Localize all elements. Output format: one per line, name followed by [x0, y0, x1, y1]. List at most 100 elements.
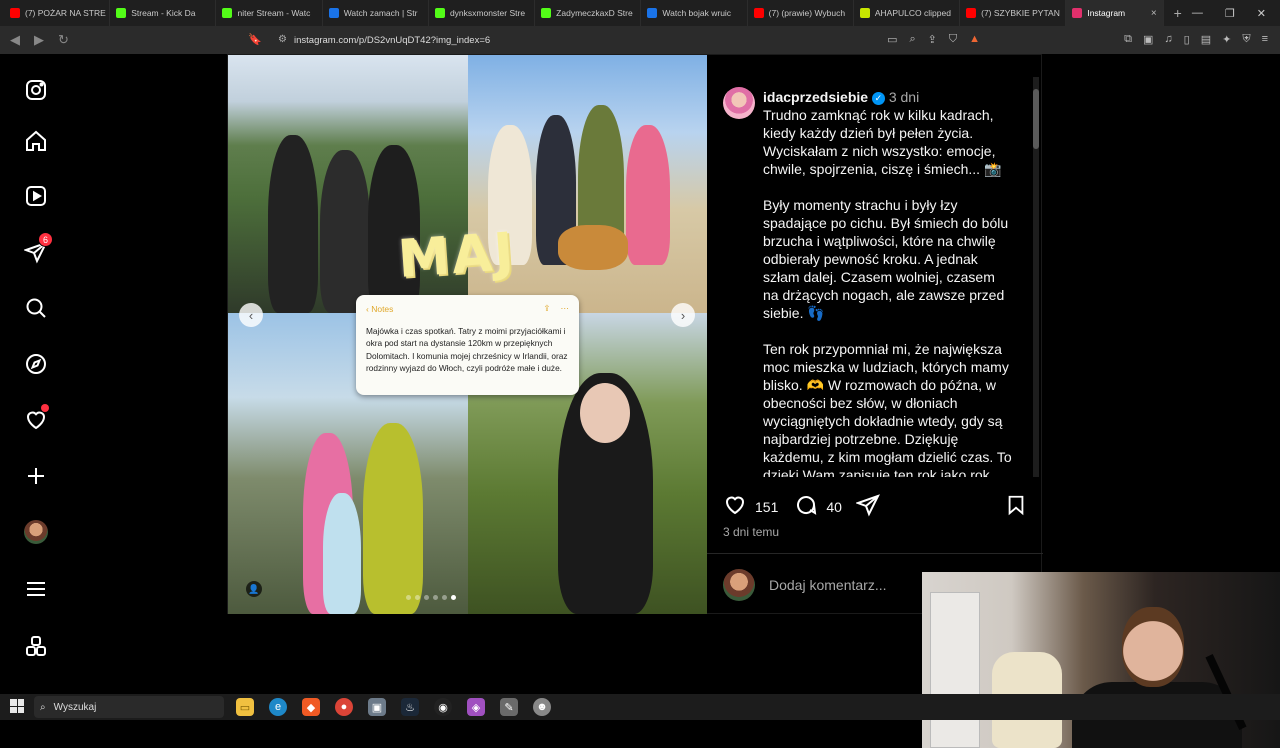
tab-favicon-icon: [222, 8, 233, 18]
browser-tab[interactable]: Watch zamach | Str: [323, 0, 429, 26]
carousel-dot: [424, 595, 429, 600]
tab-label: dynksxmonster Stre: [449, 8, 526, 18]
address-bar[interactable]: ⚙ instagram.com/p/DS2vnUqDT42?img_index=…: [272, 30, 992, 50]
extension-icon[interactable]: ⧉: [1124, 33, 1132, 46]
month-overlay-title: MAJ: [396, 221, 518, 290]
app-icon-2[interactable]: ☻: [533, 698, 551, 716]
home-icon[interactable]: [22, 127, 50, 155]
carousel-dots: [406, 595, 456, 600]
zoom-icon[interactable]: ⌕: [909, 33, 915, 46]
carousel-prev-button[interactable]: ‹: [239, 303, 263, 327]
comment-input[interactable]: Dodaj komentarz...: [769, 577, 887, 593]
leo-icon[interactable]: ✦: [1222, 33, 1231, 46]
caption-area: idacprzedsiebie ✓ 3 dni Trudno zamknąć r…: [723, 85, 1035, 477]
sidebar-toggle-icon[interactable]: ▯: [1184, 33, 1190, 46]
user-tag-icon[interactable]: 👤: [246, 581, 262, 597]
reels-icon[interactable]: [22, 182, 50, 210]
tool-icon[interactable]: ✎: [500, 698, 518, 716]
browser-tab[interactable]: AHAPULCO clipped: [854, 0, 961, 26]
post-modal: MAJ ‹ Notes ⇪ ⋯ Majówka i czas spotkań. …: [227, 54, 1043, 614]
notes-share-icon: ⇪: [543, 303, 551, 313]
browser-tab[interactable]: Stream - Kick Da: [110, 0, 217, 26]
browser-tab[interactable]: niter Stream - Watc: [216, 0, 323, 26]
more-menu-icon[interactable]: [22, 575, 50, 603]
tab-favicon-icon: [434, 8, 445, 18]
save-icon[interactable]: [1005, 493, 1027, 522]
tab-label: Watch zamach | Str: [343, 8, 418, 18]
tab-favicon-icon: [753, 8, 764, 18]
carousel-dot: [406, 595, 411, 600]
notes-body: Majówka i czas spotkań. Tatry z moimi pr…: [366, 326, 568, 373]
bookmark-icon[interactable]: 🔖: [248, 33, 262, 46]
share-icon[interactable]: ⇪: [928, 33, 937, 46]
browser-tab[interactable]: (7) (prawie) Wybuch: [748, 0, 854, 26]
share-icon[interactable]: [855, 493, 880, 520]
maximize-icon[interactable]: ❐: [1225, 7, 1235, 20]
site-info-icon[interactable]: ⚙: [278, 34, 287, 45]
wallet-icon[interactable]: ▤: [1201, 33, 1211, 46]
author-avatar[interactable]: [723, 87, 755, 119]
caption-scrollbar[interactable]: [1033, 77, 1039, 477]
caption-paragraph-3: Ten rok przypomniał mi, że największa mo…: [763, 341, 1016, 477]
brave-rewards-icon[interactable]: ▲: [969, 33, 980, 46]
forward-icon[interactable]: ▶: [34, 32, 44, 48]
steam-icon[interactable]: ♨: [401, 698, 419, 716]
edge-icon[interactable]: e: [269, 698, 287, 716]
browser-tab[interactable]: ZadymeczkaxD Stre: [535, 0, 642, 26]
tab-favicon-icon: [966, 8, 977, 18]
brave-icon[interactable]: ◆: [302, 698, 320, 716]
search-icon[interactable]: [22, 294, 50, 322]
post-media-carousel[interactable]: MAJ ‹ Notes ⇪ ⋯ Majówka i czas spotkań. …: [228, 55, 707, 614]
close-tab-icon[interactable]: ×: [1151, 8, 1157, 19]
browser-tab-active[interactable]: Instagram ×: [1066, 0, 1164, 26]
carousel-next-button[interactable]: ›: [671, 303, 695, 327]
notification-dot: [41, 404, 49, 412]
obs-icon[interactable]: ◉: [434, 698, 452, 716]
comment-count[interactable]: 40: [826, 499, 842, 515]
browser-toolbar: ◀ ▶ ↻ 🔖 ⚙ instagram.com/p/DS2vnUqDT42?im…: [0, 26, 1280, 54]
app-icon[interactable]: ▣: [368, 698, 386, 716]
instagram-sidebar: 6: [0, 54, 72, 694]
music-icon[interactable]: ♫: [1164, 33, 1172, 46]
taskbar-search[interactable]: ⌕ Wyszukaj: [34, 696, 224, 718]
tab-label: (7) POŻAR NA STRE: [25, 8, 106, 18]
new-tab-icon[interactable]: +: [1164, 5, 1192, 21]
notifications-icon[interactable]: [22, 404, 50, 434]
instagram-logo-icon[interactable]: [22, 76, 50, 104]
cast-icon[interactable]: ▭: [887, 33, 897, 46]
like-icon[interactable]: [723, 493, 747, 520]
profile-avatar[interactable]: [22, 518, 50, 546]
menu-icon[interactable]: ≡: [1262, 33, 1268, 46]
minimize-icon[interactable]: —: [1192, 7, 1203, 20]
browser-tab[interactable]: dynksxmonster Stre: [429, 0, 536, 26]
caption-paragraph-1: Trudno zamknąć rok w kilku kadrach, kied…: [763, 107, 1002, 177]
messages-badge: 6: [38, 232, 53, 247]
browser-tab[interactable]: (7) SZYBKIE PYTAN: [960, 0, 1067, 26]
window-controls: — ❐ ✕: [1192, 7, 1280, 20]
extension-icon-2[interactable]: ▣: [1143, 33, 1153, 46]
apps-icon[interactable]: [22, 632, 50, 660]
browser-tab[interactable]: Watch bojak wruic: [641, 0, 748, 26]
tab-label: ZadymeczkaxD Stre: [556, 8, 633, 18]
tab-favicon-icon: [541, 8, 552, 18]
file-explorer-icon[interactable]: ▭: [236, 698, 254, 716]
brave-shield-icon[interactable]: ⛉: [949, 33, 957, 46]
browser-tab[interactable]: (7) POŻAR NA STRE: [4, 0, 111, 26]
windows-taskbar: ⌕ Wyszukaj ▭ e ◆ ● ▣ ♨ ◉ ◈ ✎ ☻: [0, 694, 1280, 720]
taskbar-search-placeholder: Wyszukaj: [53, 701, 97, 713]
explore-icon[interactable]: [22, 350, 50, 378]
tab-favicon-icon: [10, 8, 20, 18]
like-count[interactable]: 151: [755, 499, 778, 515]
reload-icon[interactable]: ↻: [58, 32, 69, 48]
messages-icon[interactable]: 6: [22, 232, 53, 266]
chrome-icon[interactable]: ●: [335, 698, 353, 716]
tab-favicon-icon: [328, 8, 339, 18]
create-icon[interactable]: [22, 462, 50, 490]
back-icon[interactable]: ◀: [10, 32, 20, 48]
close-window-icon[interactable]: ✕: [1257, 7, 1266, 20]
vpn-icon[interactable]: ⛨: [1242, 33, 1250, 46]
comment-icon[interactable]: [794, 493, 818, 520]
windows-start-icon[interactable]: [10, 699, 24, 713]
author-username[interactable]: idacprzedsiebie: [763, 89, 868, 105]
game-icon[interactable]: ◈: [467, 698, 485, 716]
